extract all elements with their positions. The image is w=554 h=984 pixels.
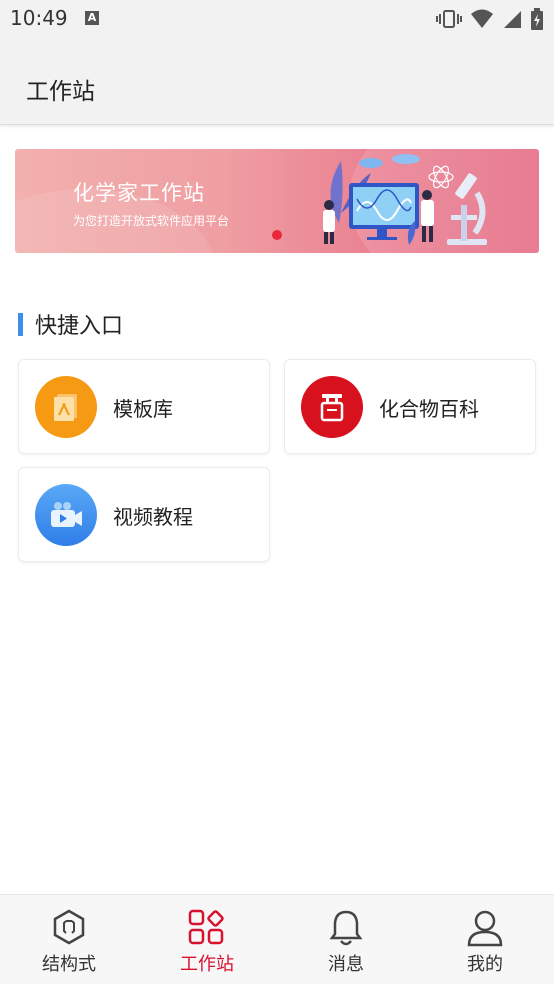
vibrate-icon: [436, 10, 462, 28]
nav-label: 消息: [328, 954, 364, 975]
user-icon: [467, 910, 503, 947]
status-bar: 10:49 A: [0, 0, 554, 38]
wifi-icon: [471, 9, 493, 28]
app-bar: 工作站: [0, 38, 554, 125]
nav-label: 结构式: [42, 954, 96, 975]
book-icon: [301, 376, 363, 438]
nav-label: 工作站: [180, 954, 234, 975]
nav-item-messages[interactable]: 消息: [277, 895, 415, 984]
status-time: 10:49: [10, 6, 68, 30]
quick-entry-video-tutorials[interactable]: 视频教程: [18, 467, 270, 562]
template-icon: [35, 376, 97, 438]
signal-icon: [504, 11, 521, 28]
nav-item-workstation[interactable]: 工作站: [138, 895, 276, 984]
quick-entry-label: 模板库: [113, 397, 173, 421]
nav-item-structure[interactable]: 结构式: [0, 895, 138, 984]
battery-icon: [531, 8, 543, 30]
quick-entry-template-library[interactable]: 模板库: [18, 359, 270, 454]
hexagon-icon: [53, 909, 85, 945]
quick-entry-label: 视频教程: [113, 505, 193, 529]
bell-icon: [329, 910, 363, 946]
carousel-indicator-dot[interactable]: [272, 230, 282, 240]
banner-subtitle: 为您打造开放式软件应用平台: [73, 214, 230, 228]
quick-entry-compound-encyclopedia[interactable]: 化合物百科: [284, 359, 536, 454]
page-title: 工作站: [26, 79, 95, 105]
bottom-navigation: 结构式 工作站 消息 我的: [0, 894, 554, 984]
section-accent-bar: [18, 312, 23, 336]
nav-label: 我的: [467, 954, 503, 975]
quick-entry-label: 化合物百科: [379, 397, 479, 421]
section-title: 快捷入口: [35, 314, 124, 339]
banner-carousel[interactable]: 化学家工作站 为您打造开放式软件应用平台: [15, 149, 539, 253]
lab-illustration: [323, 154, 487, 245]
notification-icon: A: [85, 11, 99, 25]
nav-item-profile[interactable]: 我的: [416, 895, 554, 984]
section-header: 快捷入口: [18, 308, 123, 340]
grid-icon: [188, 909, 224, 945]
video-camera-icon: [35, 484, 97, 546]
banner-title: 化学家工作站: [73, 181, 205, 205]
status-icons: [436, 8, 544, 30]
